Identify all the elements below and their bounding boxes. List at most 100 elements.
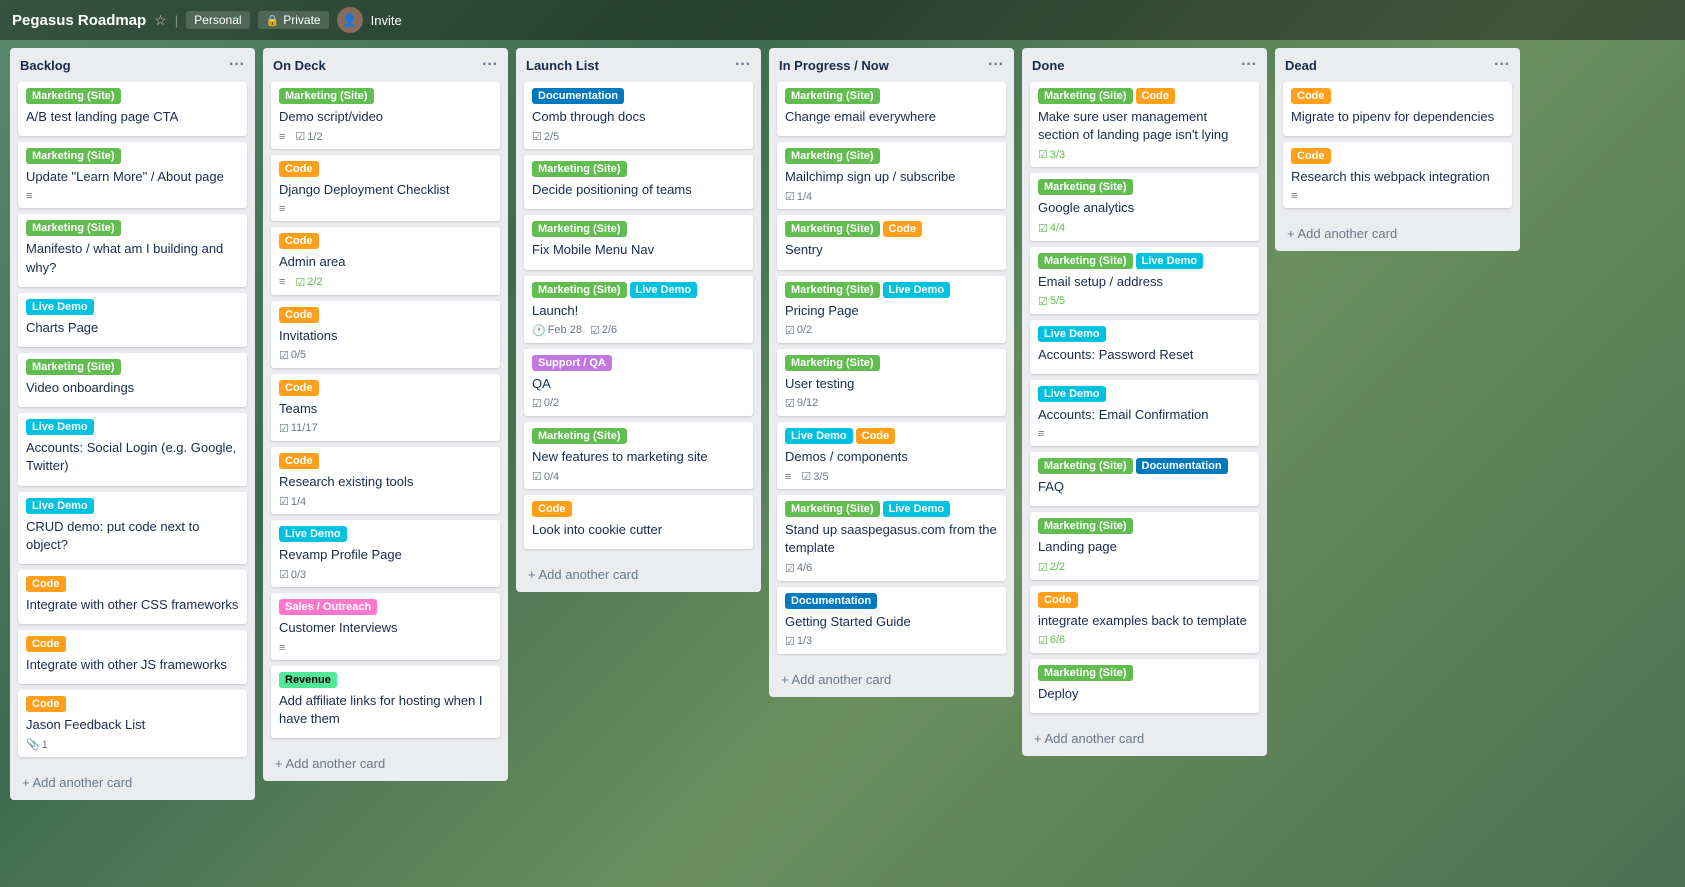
- card-label: Code: [532, 501, 572, 517]
- card[interactable]: CodeMigrate to pipenv for dependencies: [1283, 82, 1512, 136]
- card[interactable]: Live DemoCodeDemos / components≡ ☑ 3/5: [777, 422, 1006, 489]
- card[interactable]: Marketing (Site)Google analytics☑ 4/4: [1030, 173, 1259, 240]
- card-labels: Documentation: [785, 593, 998, 609]
- card[interactable]: Marketing (Site)Manifesto / what am I bu…: [18, 214, 247, 286]
- column-title: On Deck: [273, 58, 326, 73]
- card[interactable]: CodeTeams☑ 11/17: [271, 374, 500, 441]
- card[interactable]: Live DemoAccounts: Email Confirmation≡: [1030, 380, 1259, 446]
- personal-badge[interactable]: Personal: [186, 11, 249, 29]
- column-menu-icon[interactable]: ···: [735, 56, 751, 74]
- card-labels: Marketing (Site): [1038, 518, 1251, 534]
- card[interactable]: Marketing (Site)Live DemoPricing Page☑ 0…: [777, 276, 1006, 343]
- card[interactable]: Codeintegrate examples back to template☑…: [1030, 586, 1259, 653]
- card[interactable]: CodeIntegrate with other JS frameworks: [18, 630, 247, 684]
- avatar[interactable]: 👤: [337, 7, 363, 33]
- card[interactable]: Marketing (Site)Change email everywhere: [777, 82, 1006, 136]
- card-meta: ☑ 1/4: [785, 190, 998, 203]
- card-label: Code: [279, 453, 319, 469]
- card-labels: Marketing (Site)Live Demo: [785, 282, 998, 298]
- card[interactable]: Support / QAQA☑ 0/2: [524, 349, 753, 416]
- card[interactable]: Marketing (Site)Live DemoLaunch!🕐 Feb 28…: [524, 276, 753, 343]
- column-menu-icon[interactable]: ···: [988, 56, 1004, 74]
- add-card-on-deck[interactable]: + Add another card: [267, 750, 504, 777]
- column-done: Done ··· Marketing (Site)CodeMake sure use…: [1022, 48, 1267, 756]
- card-title: Stand up saaspegasus.com from the templa…: [785, 521, 998, 557]
- card[interactable]: Marketing (Site)CodeSentry: [777, 215, 1006, 269]
- card-title: Jason Feedback List: [26, 716, 239, 734]
- card[interactable]: Marketing (Site)User testing☑ 9/12: [777, 349, 1006, 416]
- card[interactable]: Marketing (Site)Video onboardings: [18, 353, 247, 407]
- card[interactable]: Live DemoAccounts: Social Login (e.g. Go…: [18, 413, 247, 485]
- add-card-in-progress[interactable]: + Add another card: [773, 666, 1010, 693]
- card[interactable]: Code Look into cookie cutter: [524, 495, 753, 549]
- card[interactable]: Marketing (Site)Deploy: [1030, 659, 1259, 713]
- card-title: Invitations: [279, 327, 492, 345]
- card[interactable]: Live DemoCharts Page: [18, 293, 247, 347]
- card[interactable]: Marketing (Site)CodeMake sure user manag…: [1030, 82, 1259, 167]
- lock-icon: 🔒: [266, 14, 280, 27]
- card[interactable]: Marketing (Site)A/B test landing page CT…: [18, 82, 247, 136]
- card-title: A/B test landing page CTA: [26, 108, 239, 126]
- card[interactable]: Marketing (Site)Demo script/video≡ ☑ 1/2: [271, 82, 500, 149]
- card[interactable]: Marketing (Site)Live DemoEmail setup / a…: [1030, 247, 1259, 314]
- card-meta: ≡: [1038, 428, 1251, 440]
- private-badge[interactable]: 🔒 Private: [258, 11, 329, 29]
- card[interactable]: Live DemoCRUD demo: put code next to obj…: [18, 492, 247, 564]
- column-menu-icon[interactable]: ···: [229, 56, 245, 74]
- add-card-done[interactable]: + Add another card: [1026, 725, 1263, 752]
- card[interactable]: DocumentationGetting Started Guide☑ 1/3: [777, 587, 1006, 654]
- card[interactable]: Sales / OutreachCustomer Interviews≡: [271, 593, 500, 659]
- add-card-dead[interactable]: + Add another card: [1279, 220, 1516, 247]
- meta-icon: ☑: [785, 190, 795, 203]
- card[interactable]: Marketing (Site)Mailchimp sign up / subs…: [777, 142, 1006, 209]
- card[interactable]: Marketing (Site)Decide positioning of te…: [524, 155, 753, 209]
- card[interactable]: CodeResearch this webpack integration≡: [1283, 142, 1512, 208]
- card-labels: Marketing (Site): [1038, 665, 1251, 681]
- card-label: Documentation: [785, 593, 877, 609]
- meta-text: 0/2: [797, 324, 812, 336]
- card-label: Marketing (Site): [532, 161, 627, 177]
- card[interactable]: Live DemoAccounts: Password Reset: [1030, 320, 1259, 374]
- card-labels: Support / QA: [532, 355, 745, 371]
- card-label: Marketing (Site): [785, 501, 880, 517]
- column-menu-icon[interactable]: ···: [1241, 56, 1257, 74]
- star-icon[interactable]: ☆: [154, 12, 167, 29]
- card[interactable]: CodeJason Feedback List📎 1: [18, 690, 247, 757]
- card[interactable]: RevenueAdd affiliate links for hosting w…: [271, 666, 500, 738]
- card[interactable]: Marketing (Site)New features to marketin…: [524, 422, 753, 489]
- card[interactable]: CodeDjango Deployment Checklist≡: [271, 155, 500, 221]
- card-title: Look into cookie cutter: [532, 521, 745, 539]
- invite-button[interactable]: Invite: [371, 13, 402, 28]
- card[interactable]: CodeIntegrate with other CSS frameworks: [18, 570, 247, 624]
- column-title: Done: [1032, 58, 1065, 73]
- card[interactable]: Marketing (Site)Update "Learn More" / Ab…: [18, 142, 247, 208]
- card[interactable]: Marketing (Site)DocumentationFAQ: [1030, 452, 1259, 506]
- column-title: Launch List: [526, 58, 599, 73]
- column-menu-icon[interactable]: ···: [482, 56, 498, 74]
- card[interactable]: CodeInvitations☑ 0/5: [271, 301, 500, 368]
- meta-icon: ☑: [1038, 634, 1048, 647]
- column-dead: Dead···CodeMigrate to pipenv for depende…: [1275, 48, 1520, 251]
- card[interactable]: Marketing (Site)Landing page☑ 2/2: [1030, 512, 1259, 579]
- card[interactable]: Live DemoRevamp Profile Page☑ 0/3: [271, 520, 500, 587]
- card[interactable]: CodeResearch existing tools☑ 1/4: [271, 447, 500, 514]
- column-cards-done: Marketing (Site)CodeMake sure user manag…: [1022, 78, 1267, 723]
- card[interactable]: CodeAdmin area≡ ☑ 2/2: [271, 227, 500, 294]
- card-title: Email setup / address: [1038, 273, 1251, 291]
- personal-label: Personal: [194, 13, 241, 27]
- card-labels: Live Demo: [26, 498, 239, 514]
- meta-icon: 🕐: [532, 324, 546, 337]
- card[interactable]: Marketing (Site)Live DemoStand up saaspe…: [777, 495, 1006, 580]
- column-menu-icon[interactable]: ···: [1494, 56, 1510, 74]
- card-label: Live Demo: [883, 282, 951, 298]
- card[interactable]: DocumentationComb through docs☑ 2/5: [524, 82, 753, 149]
- card-title: Research this webpack integration: [1291, 168, 1504, 186]
- meta-icon: ☑: [1038, 295, 1048, 308]
- add-card-launch-list[interactable]: + Add another card: [520, 561, 757, 588]
- board: Backlog···Marketing (Site)A/B test landi…: [0, 40, 1685, 887]
- card-meta: ☑ 9/12: [785, 397, 998, 410]
- add-card-backlog[interactable]: + Add another card: [14, 769, 251, 796]
- card-label: Marketing (Site): [1038, 665, 1133, 681]
- card[interactable]: Marketing (Site)Fix Mobile Menu Nav: [524, 215, 753, 269]
- card-label: Code: [26, 576, 66, 592]
